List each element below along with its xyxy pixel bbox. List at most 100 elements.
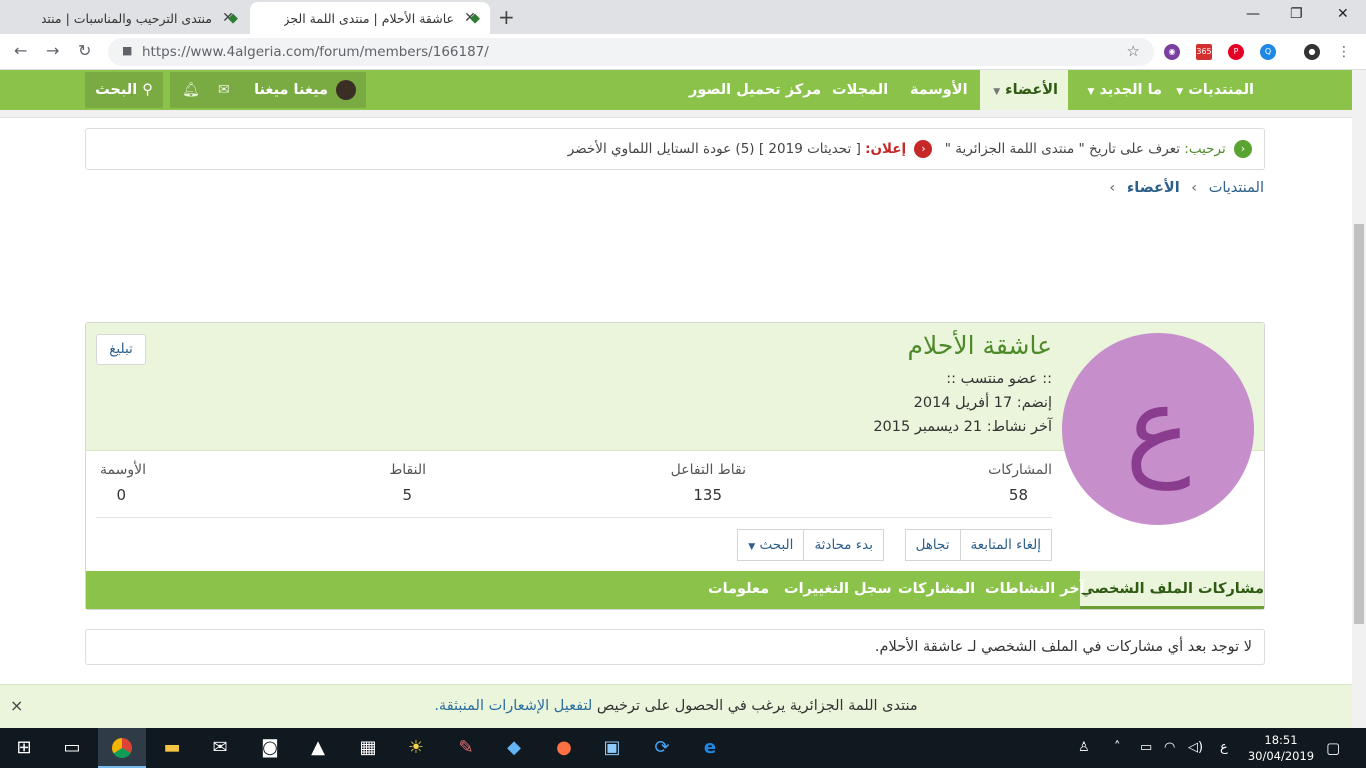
chrome-icon[interactable] xyxy=(98,728,146,768)
nav-members[interactable]: الأعضاء ▼ xyxy=(980,70,1068,110)
chevron-down-icon: ▼ xyxy=(1087,87,1095,97)
profile-user-title: :: عضو منتسب :: xyxy=(946,371,1052,387)
breadcrumb: المنتديات › الأعضاء › xyxy=(1102,180,1264,196)
notice-welcome-link[interactable]: تعرف على تاريخ " منتدى اللمة الجزائرية " xyxy=(945,141,1180,157)
system-clock[interactable]: 18:51 30/04/2019 xyxy=(1246,732,1316,764)
menu-dots-icon[interactable]: ⋮ xyxy=(1336,44,1352,60)
browser-tab-welcome[interactable]: ✕ منتدى الترحيب والمناسبات | منتدى ◆ xyxy=(8,2,248,34)
breadcrumb-forums[interactable]: المنتديات xyxy=(1209,180,1264,196)
report-button[interactable]: تبليغ xyxy=(96,334,146,365)
mail-icon[interactable]: ✉ xyxy=(196,728,244,768)
push-notification-banner: منتدى اللمة الجزائرية يرغب في الحصول على… xyxy=(0,684,1352,728)
tab-about[interactable]: معلومات xyxy=(708,571,769,609)
people-icon[interactable]: ♙ xyxy=(1078,728,1090,768)
firefox-icon[interactable]: ● xyxy=(540,728,588,768)
stat-label-points: النقاط xyxy=(389,462,426,478)
profile-joined: إنضم: 17 أفريل 2014 xyxy=(913,395,1052,411)
profile-avatar-icon[interactable]: ● xyxy=(1304,44,1320,60)
notification-center-icon[interactable]: ▢ xyxy=(1326,728,1340,768)
enable-push-link[interactable]: لتفعيل الإشعارات المنبثقة. xyxy=(434,698,592,714)
nav-image-upload[interactable]: مركز تحميل الصور xyxy=(689,70,821,110)
tab-postings[interactable]: المشاركات xyxy=(898,571,975,609)
tab-change-history[interactable]: سجل التغييرات xyxy=(784,571,892,609)
member-profile: عاشقة الأحلام :: عضو منتسب :: إنضم: 17 أ… xyxy=(85,322,1265,610)
user-name: ميغنا ميغنا xyxy=(254,82,328,98)
paint-3d-icon[interactable]: ◆ xyxy=(490,728,538,768)
user-menu[interactable]: ميغنا ميغنا ✉ 🔔︎ xyxy=(170,72,366,108)
profile-avatar[interactable]: ع xyxy=(1062,333,1254,525)
stat-label-messages: المشاركات xyxy=(988,462,1052,478)
edge-icon[interactable]: e xyxy=(686,728,734,768)
nav-magazines[interactable]: المجلات xyxy=(832,70,888,110)
podcast-extension-icon[interactable]: ◉ xyxy=(1164,44,1180,60)
bookmark-star-icon[interactable]: ☆ xyxy=(1127,42,1140,60)
pinterest-icon[interactable]: P xyxy=(1228,44,1244,60)
task-view-icon[interactable]: ▭ xyxy=(48,728,96,768)
back-icon[interactable]: ← xyxy=(14,41,27,60)
nav-search-label: البحث xyxy=(95,82,138,98)
notice-welcome-label: ترحيب: xyxy=(1184,141,1226,157)
breadcrumb-members[interactable]: الأعضاء xyxy=(1127,180,1180,196)
unfollow-button[interactable]: إلغاء المتابعة xyxy=(959,529,1052,561)
notice-announcement-link[interactable]: [ تحديثات 2019 ] (5) عودة الستايل اللماو… xyxy=(568,141,861,157)
forward-icon[interactable]: → xyxy=(46,41,59,60)
weather-icon[interactable]: ☀ xyxy=(392,728,440,768)
nav-forums[interactable]: المنتديات ▼ xyxy=(1170,70,1254,110)
start-conversation-button[interactable]: بدء محادثة xyxy=(803,529,884,561)
profile-tabs: مشاركات الملف الشخصي آخر النشاطات المشار… xyxy=(86,571,1264,609)
keyboard-language[interactable]: ع xyxy=(1220,728,1228,768)
envelope-icon[interactable]: ✉ xyxy=(218,72,230,108)
nav-whats-new[interactable]: ما الجديد ▼ xyxy=(1072,70,1162,110)
photos-icon[interactable]: ▲ xyxy=(294,728,342,768)
address-bar: ← → ↻ ■ https://www.4algeria.com/forum/m… xyxy=(0,34,1366,70)
new-tab-button[interactable]: + xyxy=(498,5,515,29)
minimize-button[interactable]: — xyxy=(1246,6,1260,22)
chevron-down-icon: ▼ xyxy=(1176,87,1184,97)
browser-tab-strip: ✕ منتدى الترحيب والمناسبات | منتدى ◆ ✕ ع… xyxy=(0,0,1366,34)
nav-medals[interactable]: الأوسمة xyxy=(910,70,968,110)
url-input[interactable]: ■ https://www.4algeria.com/forum/members… xyxy=(108,38,1154,66)
find-dropdown-button[interactable]: البحث ▼ xyxy=(737,529,805,561)
close-window-button[interactable]: ✕ xyxy=(1337,6,1349,22)
profile-actions-secondary: بدء محادثة البحث ▼ xyxy=(737,529,884,561)
browser-tab-profile[interactable]: ✕ عاشقة الأحلام | منتدى اللمة الجزائرية … xyxy=(250,2,490,34)
paint-icon[interactable]: ✎ xyxy=(442,728,490,768)
chevron-down-icon: ▼ xyxy=(748,542,756,552)
windows-start-icon[interactable]: ⊞ xyxy=(0,728,48,768)
chevron-left-icon: › xyxy=(1191,180,1198,196)
stat-value-messages[interactable]: 58 xyxy=(1009,486,1028,504)
windows-taskbar: ⊞ ▭ ▬ ✉ ◙ ▲ ▦ ☀ ✎ ◆ ● ▣ ⟳ e ♙ ˄ ▭ ◠ ◁) ع… xyxy=(0,728,1366,768)
search-extension-icon[interactable]: Q xyxy=(1260,44,1276,60)
reload-icon[interactable]: ↻ xyxy=(78,41,91,60)
nav-search-button[interactable]: البحث ⚲ xyxy=(85,72,163,108)
store-icon[interactable]: ▣ xyxy=(588,728,636,768)
volume-icon[interactable]: ◁) xyxy=(1188,728,1203,768)
page-scrollbar[interactable] xyxy=(1352,70,1366,728)
ignore-button[interactable]: تجاهل xyxy=(904,529,961,561)
stat-value-points[interactable]: 5 xyxy=(402,486,412,504)
user-avatar xyxy=(336,80,356,100)
sync-icon[interactable]: ⟳ xyxy=(638,728,686,768)
calendar-icon[interactable]: ▦ xyxy=(344,728,392,768)
battery-icon[interactable]: ▭ xyxy=(1140,728,1152,768)
camera-icon[interactable]: ◙ xyxy=(246,728,294,768)
nav-sub-bar xyxy=(0,110,1352,118)
extension-365-icon[interactable]: 365 xyxy=(1196,44,1212,60)
chevron-up-icon[interactable]: ˄ xyxy=(1114,728,1121,768)
profile-last-seen: آخر نشاط: 21 ديسمبر 2015 xyxy=(873,419,1052,435)
close-icon[interactable]: × xyxy=(10,685,23,727)
chrome-logo xyxy=(112,738,132,758)
tab-profile-posts[interactable]: مشاركات الملف الشخصي xyxy=(1080,571,1264,609)
notice-bar: ‹ ترحيب: تعرف على تاريخ " منتدى اللمة ال… xyxy=(85,128,1265,170)
stat-label-medals: الأوسمة xyxy=(100,462,146,478)
algeria-flag-icon: ◆ xyxy=(470,10,480,26)
stat-value-medals: 0 xyxy=(116,486,126,504)
wifi-icon[interactable]: ◠ xyxy=(1164,728,1175,768)
maximize-button[interactable]: ❐ xyxy=(1290,6,1303,22)
profile-actions: إلغاء المتابعة تجاهل xyxy=(904,529,1052,561)
scrollbar-thumb[interactable] xyxy=(1354,224,1364,624)
file-explorer-icon[interactable]: ▬ xyxy=(148,728,196,768)
tab-latest-activity[interactable]: آخر النشاطات xyxy=(985,571,1085,609)
bell-icon[interactable]: 🔔︎ xyxy=(182,72,200,108)
chevron-down-icon: ▼ xyxy=(993,87,1001,97)
